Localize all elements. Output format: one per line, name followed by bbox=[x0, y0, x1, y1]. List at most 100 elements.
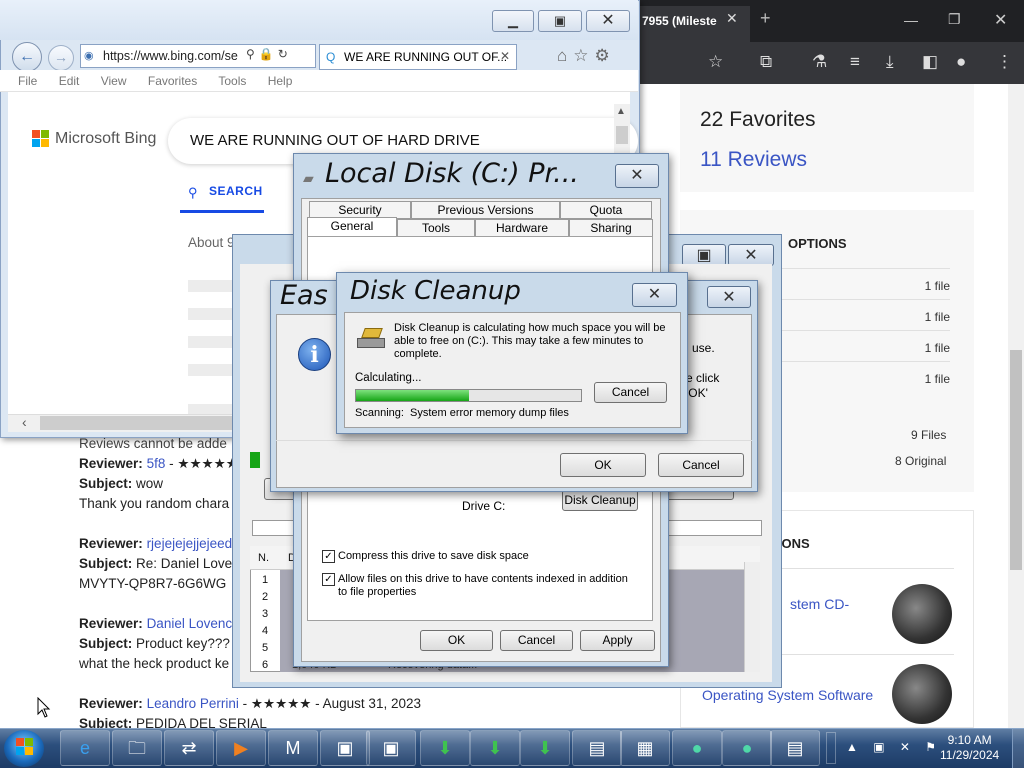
chrome-menu-icon[interactable]: ⋮ bbox=[996, 52, 1013, 72]
taskbar-scroll[interactable] bbox=[826, 732, 836, 764]
reviewer-link[interactable]: rjejejejejjejeed bbox=[147, 536, 233, 551]
review-header: Reviewer: Daniel Lovenc bbox=[79, 616, 232, 631]
dcmgr-table-scrollbar[interactable] bbox=[744, 562, 760, 672]
ie-home-favorites-settings-icons[interactable]: ⌂☆⚙ bbox=[557, 46, 616, 66]
side-panel-icon[interactable]: ◧ bbox=[922, 52, 938, 72]
menu-edit[interactable]: Edit bbox=[59, 74, 80, 88]
extensions-icon[interactable]: ⧉ bbox=[760, 52, 772, 72]
chrome-minimize-icon[interactable]: — bbox=[904, 12, 918, 28]
menu-file[interactable]: File bbox=[18, 74, 37, 88]
subject-label: Subject: bbox=[79, 476, 133, 491]
ie-tab-close-icon[interactable]: ✕ bbox=[500, 49, 510, 63]
taskbar-download-icon[interactable]: ⬇ bbox=[520, 730, 570, 766]
table-row[interactable]: 1 bbox=[262, 574, 268, 586]
profile-avatar-icon[interactable]: ● bbox=[956, 52, 966, 72]
table-row[interactable]: 5 bbox=[262, 642, 268, 654]
tray-clock[interactable]: 9:10 AM 11/29/2024 bbox=[940, 733, 999, 763]
table-row[interactable]: 4 bbox=[262, 625, 268, 637]
taskbar-control-panel-icon[interactable]: ▦ bbox=[620, 730, 670, 766]
dcmgr-maximize-button[interactable]: ▣ bbox=[682, 244, 726, 266]
taskbar-virtualbox-icon[interactable]: ▣ bbox=[366, 730, 416, 766]
chrome-close-icon[interactable]: ✕ bbox=[994, 10, 1007, 30]
taskbar-monitor-icon[interactable]: ▤ bbox=[770, 730, 820, 766]
ie-tab[interactable]: WE ARE RUNNING OUT OF... bbox=[319, 44, 517, 70]
taskbar-download-icon[interactable]: ⬇ bbox=[420, 730, 470, 766]
dcprog-close-button[interactable]: ✕ bbox=[632, 283, 677, 307]
props-apply-button[interactable]: Apply bbox=[580, 630, 655, 651]
tab-quota[interactable]: Quota bbox=[560, 201, 652, 219]
ie-back-button[interactable]: ← bbox=[12, 42, 42, 72]
chrome-tab-close-icon[interactable]: ✕ bbox=[726, 10, 738, 27]
show-all-files[interactable]: 9 Files bbox=[911, 428, 946, 442]
original-files[interactable]: 8 Original bbox=[895, 454, 946, 468]
taskbar-media-icon[interactable]: ▶ bbox=[216, 730, 266, 766]
tab-previous-versions[interactable]: Previous Versions bbox=[411, 201, 560, 219]
chrome-restore-icon[interactable]: ❐ bbox=[948, 11, 961, 28]
dcmgr-close-button[interactable]: ✕ bbox=[728, 244, 774, 266]
taskbar-ie-icon[interactable]: e bbox=[60, 730, 110, 766]
tab-general[interactable]: General bbox=[307, 217, 397, 238]
mouse-cursor-icon bbox=[37, 697, 51, 718]
reviews-link[interactable]: 11 Reviews bbox=[700, 148, 807, 172]
table-row[interactable]: 6 bbox=[262, 659, 268, 671]
collection-thumbnail[interactable] bbox=[892, 664, 952, 724]
download-icon[interactable]: ⤓ bbox=[886, 52, 894, 72]
compress-checkbox[interactable]: ✓ bbox=[322, 550, 335, 563]
bing-logo[interactable]: Microsoft Bing bbox=[55, 130, 156, 148]
disk-cleanup-button[interactable]: Disk Cleanup bbox=[562, 490, 638, 511]
easy-cancel-button[interactable]: Cancel bbox=[658, 453, 744, 477]
show-desktop-button[interactable] bbox=[1012, 729, 1024, 768]
props-cancel-button[interactable]: Cancel bbox=[500, 630, 573, 651]
menu-view[interactable]: View bbox=[101, 74, 127, 88]
tab-sharing[interactable]: Sharing bbox=[569, 219, 653, 237]
index-checkbox[interactable]: ✓ bbox=[322, 573, 335, 586]
progress-bar-fill bbox=[356, 390, 469, 401]
ie-close-button[interactable]: ✕ bbox=[586, 10, 630, 32]
reviewer-link[interactable]: Daniel Lovenc bbox=[147, 616, 233, 631]
menu-tools[interactable]: Tools bbox=[218, 74, 246, 88]
reviewer-link[interactable]: 5f8 bbox=[147, 456, 166, 471]
reviewer-link[interactable]: Leandro Perrini bbox=[147, 696, 239, 711]
taskbar-virtualbox-icon[interactable]: ▣ bbox=[320, 730, 370, 766]
bookmark-star-icon[interactable]: ☆ bbox=[708, 52, 723, 72]
new-tab-icon[interactable]: + bbox=[760, 8, 771, 29]
media-queue-icon[interactable]: ≡ bbox=[850, 52, 860, 72]
props-ok-button[interactable]: OK bbox=[420, 630, 493, 651]
taskbar-chat-icon[interactable]: ● bbox=[722, 730, 772, 766]
taskbar-network-icon[interactable]: ⇄ bbox=[164, 730, 214, 766]
scroll-left-icon[interactable]: ‹ bbox=[22, 414, 27, 430]
collection-link-os-cd[interactable]: stem CD- bbox=[790, 596, 849, 612]
table-row[interactable]: 3 bbox=[262, 608, 268, 620]
dcprog-cancel-button[interactable]: Cancel bbox=[594, 382, 667, 403]
scroll-up-icon[interactable]: ▲ bbox=[616, 106, 626, 117]
easy-close-button[interactable]: ✕ bbox=[707, 286, 751, 308]
menu-favorites[interactable]: Favorites bbox=[148, 74, 197, 88]
ie-vscroll-thumb[interactable] bbox=[616, 126, 628, 144]
bing-tab-search[interactable]: SEARCH bbox=[209, 184, 263, 198]
easy-message-3: 'OK' bbox=[686, 386, 708, 400]
review-header: Reviewer: rjejejejejjejeed bbox=[79, 536, 232, 551]
taskbar-download-icon[interactable]: ⬇ bbox=[470, 730, 520, 766]
menu-help[interactable]: Help bbox=[268, 74, 293, 88]
props-close-button[interactable]: ✕ bbox=[615, 164, 659, 188]
collection-link-os-software[interactable]: Operating System Software bbox=[702, 687, 873, 703]
col-n-header[interactable]: N. bbox=[258, 552, 269, 564]
ie-minimize-button[interactable]: ▁ bbox=[492, 10, 534, 32]
chrome-scrollbar-thumb[interactable] bbox=[1010, 350, 1022, 570]
address-bar-icons[interactable]: ⚲🔒↻ bbox=[246, 47, 292, 61]
ie-maximize-button[interactable]: ▣ bbox=[538, 10, 582, 32]
ie-forward-button[interactable]: → bbox=[48, 45, 74, 71]
labs-flask-icon[interactable]: ⚗ bbox=[812, 52, 827, 72]
taskbar-monitor-icon[interactable]: ▤ bbox=[572, 730, 622, 766]
taskbar-app-m-icon[interactable]: M bbox=[268, 730, 318, 766]
tab-hardware[interactable]: Hardware bbox=[475, 219, 569, 237]
favorites-count: 22 Favorites bbox=[700, 108, 816, 131]
table-row[interactable]: 2 bbox=[262, 591, 268, 603]
system-tray-icons[interactable]: ▲ ▣ ✕ ⚑ bbox=[846, 740, 942, 754]
scanning-label: Scanning: bbox=[355, 407, 404, 419]
taskbar-chat-icon[interactable]: ● bbox=[672, 730, 722, 766]
taskbar-explorer-icon[interactable]: 🗀 bbox=[112, 730, 162, 766]
tab-tools[interactable]: Tools bbox=[397, 219, 475, 237]
easy-ok-button[interactable]: OK bbox=[560, 453, 646, 477]
collection-thumbnail[interactable] bbox=[892, 584, 952, 644]
